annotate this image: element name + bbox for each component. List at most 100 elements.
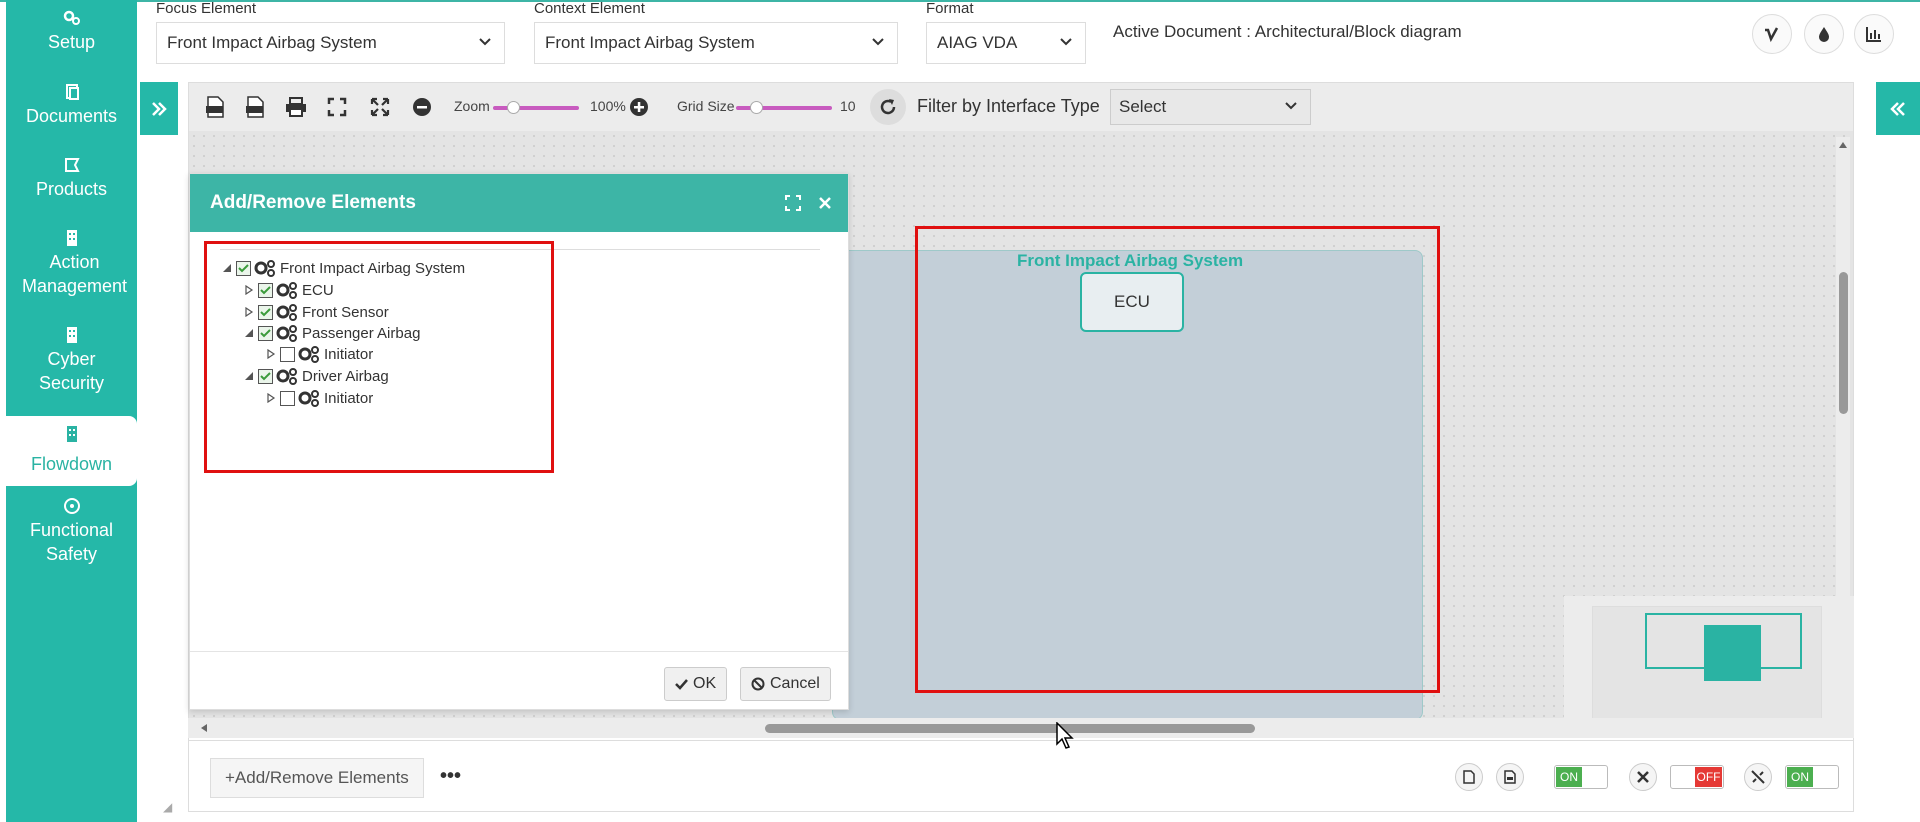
- focus-element-value: Front Impact Airbag System: [167, 33, 377, 52]
- zoom-label: Zoom: [454, 98, 490, 114]
- vimeo-icon: [1765, 27, 1779, 43]
- sidebar-item-setup[interactable]: Setup: [6, 8, 137, 66]
- close-icon: [819, 197, 831, 209]
- scroll-left-icon[interactable]: [200, 723, 208, 733]
- tools-icon: [1637, 771, 1649, 783]
- focus-element-select[interactable]: Front Impact Airbag System: [156, 22, 505, 64]
- format-select[interactable]: AIAG VDA: [926, 22, 1086, 64]
- sidebar-item-label: Products: [35, 179, 108, 199]
- dialog-close-button[interactable]: [814, 192, 836, 214]
- tools-button[interactable]: [1629, 763, 1657, 791]
- chevron-down-icon: [872, 38, 884, 46]
- sidebar-item-label: Action Management: [21, 252, 128, 296]
- add-remove-elements-button[interactable]: +Add/Remove Elements: [210, 758, 424, 798]
- gears-icon: [63, 10, 80, 25]
- products-icon: [64, 158, 80, 172]
- diagram-minimap[interactable]: [1564, 596, 1854, 724]
- toggle-switch-2[interactable]: OFF: [1670, 765, 1724, 789]
- dialog-header: Add/Remove Elements: [190, 174, 848, 232]
- ok-button-label: OK: [693, 675, 717, 692]
- horizontal-scrollbar[interactable]: [188, 718, 1854, 738]
- filter-interface-select[interactable]: Select: [1110, 89, 1311, 125]
- resize-grip-icon[interactable]: ◢: [163, 800, 172, 814]
- vimeo-button[interactable]: [1752, 14, 1792, 54]
- bar-chart-icon: [1866, 27, 1881, 42]
- export-png-button[interactable]: [242, 95, 268, 119]
- sidebar-item-flowdown[interactable]: Flowdown: [6, 416, 137, 486]
- filter-interface-label: Filter by Interface Type: [917, 96, 1100, 116]
- expand-all-button[interactable]: [367, 95, 393, 119]
- context-element-value: Front Impact Airbag System: [545, 33, 755, 52]
- sidebar-item-label: Documents: [25, 106, 118, 126]
- unlink-icon: [1751, 770, 1765, 784]
- documents-icon: [65, 84, 79, 100]
- sidebar-item-cyber-security[interactable]: Cyber Security: [6, 325, 137, 401]
- grid-size-value: 10: [840, 98, 856, 114]
- double-chevron-right-icon: [152, 101, 167, 116]
- dialog-footer: OK Cancel: [190, 651, 848, 709]
- svg-file-icon: [206, 96, 224, 118]
- more-options-button[interactable]: •••: [440, 765, 461, 788]
- print-button[interactable]: [283, 95, 309, 119]
- context-element-select[interactable]: Front Impact Airbag System: [534, 22, 898, 64]
- vertical-scroll-thumb[interactable]: [1839, 272, 1848, 414]
- cancel-button-label: Cancel: [770, 675, 820, 692]
- chart-button[interactable]: [1854, 14, 1894, 54]
- format-label: Format: [926, 0, 974, 17]
- dialog-title: Add/Remove Elements: [210, 192, 416, 213]
- minimap-viewport[interactable]: [1645, 613, 1802, 669]
- fit-screen-icon: [327, 97, 347, 117]
- document-alt-button[interactable]: [1496, 763, 1524, 791]
- document-button[interactable]: [1455, 763, 1483, 791]
- building-icon: [66, 426, 77, 442]
- format-value: AIAG VDA: [937, 33, 1018, 52]
- diagram-toolbar: Zoom 100% Grid Size 10 Filter by Interfa…: [189, 83, 1853, 131]
- droplet-icon: [1819, 27, 1829, 42]
- horizontal-scroll-thumb[interactable]: [765, 724, 1255, 733]
- sidebar-item-label: Setup: [47, 32, 96, 52]
- expand-arrows-icon: [370, 97, 390, 117]
- ok-button[interactable]: OK: [664, 667, 728, 701]
- unlink-button[interactable]: [1744, 763, 1772, 791]
- focus-element-label: Focus Element: [156, 0, 257, 17]
- toggle-state: ON: [1556, 767, 1582, 787]
- zoom-slider-handle[interactable]: [507, 101, 520, 114]
- zoom-in-button[interactable]: [626, 95, 652, 119]
- cancel-button[interactable]: Cancel: [740, 667, 831, 701]
- zoom-value: 100%: [590, 98, 626, 114]
- plus-circle-icon: [630, 98, 648, 116]
- sidebar-item-products[interactable]: Products: [6, 155, 137, 213]
- mouse-cursor-icon: [1056, 722, 1074, 749]
- bottom-toolbar: +Add/Remove Elements ••• ON OFF ON: [188, 740, 1854, 812]
- dialog-maximize-button[interactable]: [782, 192, 804, 214]
- minus-circle-icon: [413, 98, 431, 116]
- sidebar-item-label: Flowdown: [30, 454, 113, 474]
- sidebar-item-documents[interactable]: Documents: [6, 82, 137, 140]
- building-icon: [66, 327, 77, 343]
- toggle-state: ON: [1787, 767, 1813, 787]
- toggle-state: OFF: [1695, 767, 1722, 787]
- theme-button[interactable]: [1804, 14, 1844, 54]
- refresh-button[interactable]: [870, 89, 906, 125]
- sidebar-item-functional-safety[interactable]: Functional Safety: [6, 496, 137, 572]
- expand-sidebar-button[interactable]: [140, 82, 178, 135]
- expand-right-panel-button[interactable]: [1876, 82, 1920, 135]
- filter-interface-value: Select: [1119, 97, 1167, 116]
- chevron-down-icon: [479, 38, 491, 46]
- sidebar-item-label: Cyber Security: [38, 349, 105, 393]
- vertical-scrollbar[interactable]: [1836, 137, 1850, 717]
- sidebar-item-label: Functional Safety: [29, 520, 114, 564]
- fit-screen-button[interactable]: [324, 95, 350, 119]
- grid-size-slider-handle[interactable]: [750, 101, 763, 114]
- double-chevron-left-icon: [1890, 101, 1905, 116]
- png-file-icon: [246, 96, 264, 118]
- sidebar: Setup Documents Products Action Manageme…: [6, 0, 137, 822]
- toggle-switch-1[interactable]: ON: [1554, 765, 1608, 789]
- document-icon: [1504, 770, 1516, 784]
- zoom-slider[interactable]: [493, 106, 579, 110]
- toggle-switch-3[interactable]: ON: [1785, 765, 1839, 789]
- scroll-up-icon[interactable]: [1838, 141, 1848, 149]
- export-svg-button[interactable]: [202, 95, 228, 119]
- sidebar-item-action-management[interactable]: Action Management: [6, 228, 137, 304]
- zoom-out-button[interactable]: [409, 95, 435, 119]
